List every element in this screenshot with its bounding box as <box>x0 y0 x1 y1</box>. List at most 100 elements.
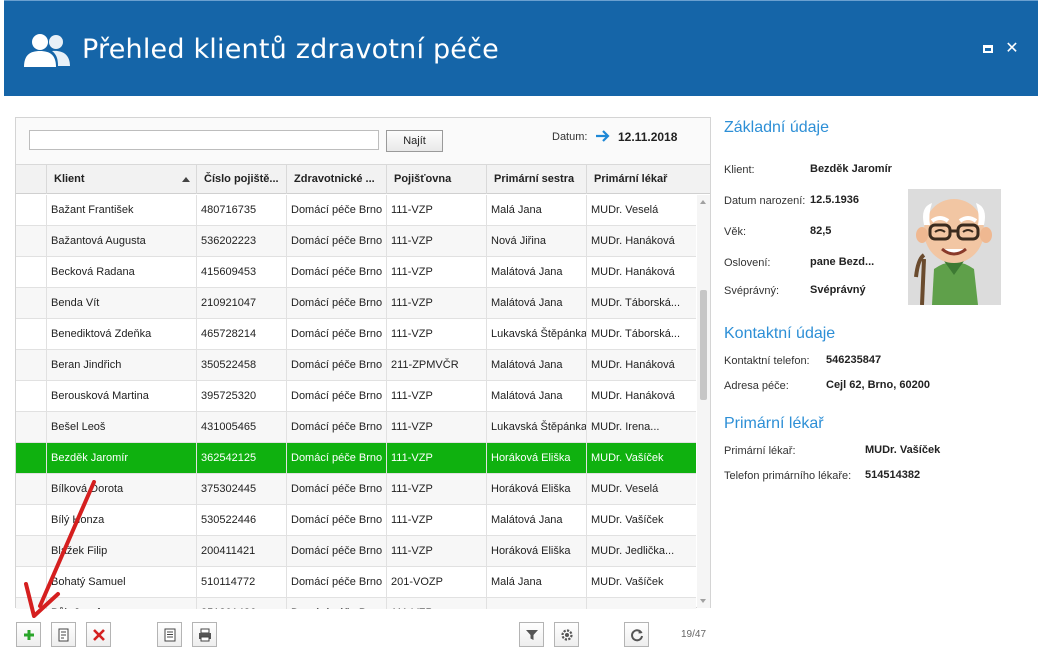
table-cell[interactable]: Domácí péče Brno <box>286 288 386 318</box>
table-cell[interactable]: MUDr. Vašíček <box>586 505 696 535</box>
row-indicator[interactable] <box>16 195 46 225</box>
table-cell[interactable]: 111-VZP <box>386 226 486 256</box>
table-cell[interactable]: 111-VZP <box>386 319 486 349</box>
table-cell[interactable]: 111-VZP <box>386 257 486 287</box>
table-cell[interactable]: Domácí péče Brno <box>286 443 386 473</box>
table-cell[interactable]: 465728214 <box>196 319 286 349</box>
table-cell[interactable]: Horáková Eliška <box>486 474 586 504</box>
table-cell[interactable]: Malátová Jana <box>486 381 586 411</box>
table-cell[interactable]: Bažant František <box>46 195 196 225</box>
table-row[interactable]: Bůh Josef351201436Domácí péče Brno111-VZ… <box>16 598 696 609</box>
row-indicator[interactable] <box>16 226 46 256</box>
edit-button[interactable] <box>51 622 76 647</box>
table-cell[interactable]: 111-VZP <box>386 474 486 504</box>
search-input[interactable] <box>29 130 379 150</box>
report-button[interactable] <box>157 622 182 647</box>
table-cell[interactable]: 362542125 <box>196 443 286 473</box>
table-cell[interactable]: 415609453 <box>196 257 286 287</box>
table-cell[interactable] <box>486 598 586 609</box>
table-cell[interactable]: MUDr. Vašíček <box>586 443 696 473</box>
table-cell[interactable]: Domácí péče Brno <box>286 381 386 411</box>
table-cell[interactable]: MUDr. Veselá <box>586 195 696 225</box>
scroll-thumb[interactable] <box>700 290 707 400</box>
table-cell[interactable]: Lukavská Štěpánka <box>486 412 586 442</box>
table-cell[interactable]: 111-VZP <box>386 195 486 225</box>
column-header-insurer[interactable]: Pojišťovna <box>386 165 486 194</box>
table-cell[interactable]: MUDr. Vašíček <box>586 567 696 597</box>
table-cell[interactable]: MUDr. Hanáková <box>586 226 696 256</box>
column-header-primary-nurse[interactable]: Primární sestra <box>486 165 586 194</box>
table-row[interactable]: Bažantová Augusta 536202223 Domácí péče Br… <box>16 226 696 257</box>
close-button[interactable]: ✕ <box>1004 41 1020 57</box>
table-cell[interactable]: Benediktová Zdeňka <box>46 319 196 349</box>
row-indicator[interactable] <box>16 412 46 442</box>
column-header-primary-doctor[interactable]: Primární lékař <box>586 165 710 194</box>
column-header-facility[interactable]: Zdravotnické ... <box>286 165 386 194</box>
row-indicator[interactable] <box>16 443 46 473</box>
table-cell[interactable]: 431005465 <box>196 412 286 442</box>
table-cell[interactable]: 350522458 <box>196 350 286 380</box>
table-cell[interactable]: MUDr. Jedlička... <box>586 536 696 566</box>
table-cell[interactable]: MUDr. Hanáková <box>586 257 696 287</box>
table-cell[interactable]: MUDr. Táborská... <box>586 288 696 318</box>
table-cell[interactable]: 211-ZPMVČR <box>386 350 486 380</box>
vertical-scrollbar[interactable] <box>697 195 710 608</box>
table-cell[interactable]: 510114772 <box>196 567 286 597</box>
table-row[interactable]: Beran Jindřich 350522458 Domácí péče Brno 2… <box>16 350 696 381</box>
table-cell[interactable]: 201-VOZP <box>386 567 486 597</box>
table-cell[interactable]: Malátová Jana <box>486 288 586 318</box>
arrow-right-icon[interactable] <box>595 126 611 146</box>
table-cell[interactable]: 111-VZP <box>386 443 486 473</box>
table-cell[interactable]: 111-VZP <box>386 381 486 411</box>
table-cell[interactable]: Domácí péče Brno <box>286 226 386 256</box>
table-cell[interactable]: Domácí péče Brno <box>286 567 386 597</box>
scroll-up-icon[interactable] <box>700 200 706 204</box>
table-cell[interactable]: Malátová Jana <box>486 505 586 535</box>
table-cell[interactable]: 375302445 <box>196 474 286 504</box>
table-row[interactable]: Bezděk Jaromír 362542125 Domácí péče Brno 1… <box>16 443 696 474</box>
table-cell[interactable]: 111-VZP <box>386 598 486 609</box>
column-header-client[interactable]: Klient <box>46 165 196 194</box>
table-cell[interactable]: Benda Vít <box>46 288 196 318</box>
table-cell[interactable]: MUDr. Táborská... <box>586 319 696 349</box>
table-cell[interactable]: Malá Jana <box>486 195 586 225</box>
settings-button[interactable] <box>554 622 579 647</box>
table-cell[interactable]: 351201436 <box>196 598 286 609</box>
table-cell[interactable]: MUDr. Hanáková <box>586 350 696 380</box>
table-cell[interactable]: Horáková Eliška <box>486 443 586 473</box>
table-row[interactable]: Berousková Martina 395725320 Domácí péče B… <box>16 381 696 412</box>
table-row[interactable]: Blažek Filip 200411421 Domácí péče Brno 111… <box>16 536 696 567</box>
date-value[interactable]: 12.11.2018 <box>618 130 677 144</box>
table-cell[interactable]: Domácí péče Brno <box>286 412 386 442</box>
table-cell[interactable]: Domácí péče Brno <box>286 257 386 287</box>
table-cell[interactable]: Berousková Martina <box>46 381 196 411</box>
table-cell[interactable]: 530522446 <box>196 505 286 535</box>
row-indicator[interactable] <box>16 288 46 318</box>
table-row[interactable]: Becková Radana 415609453 Domácí péče Brno 1… <box>16 257 696 288</box>
table-cell[interactable]: Domácí péče Brno <box>286 319 386 349</box>
table-cell[interactable]: 200411421 <box>196 536 286 566</box>
filter-button[interactable] <box>519 622 544 647</box>
find-button[interactable]: Najít <box>386 130 443 152</box>
table-row[interactable]: Benediktová Zdeňka 465728214 Domácí péče B… <box>16 319 696 350</box>
table-cell[interactable]: Domácí péče Brno <box>286 598 386 609</box>
table-cell[interactable]: 536202223 <box>196 226 286 256</box>
row-indicator[interactable] <box>16 319 46 349</box>
refresh-button[interactable] <box>624 622 649 647</box>
table-cell[interactable]: MUDr. Veselá <box>586 474 696 504</box>
print-button[interactable] <box>192 622 217 647</box>
table-cell[interactable]: Domácí péče Brno <box>286 350 386 380</box>
table-row[interactable]: Bažant František 480716735 Domácí péče Brn… <box>16 195 696 226</box>
scroll-down-icon[interactable] <box>700 599 706 603</box>
table-cell[interactable] <box>586 598 696 609</box>
maximize-button[interactable] <box>980 41 996 57</box>
table-cell[interactable]: Horáková Eliška <box>486 536 586 566</box>
table-cell[interactable]: Lukavská Štěpánka <box>486 319 586 349</box>
row-indicator[interactable] <box>16 350 46 380</box>
table-row[interactable]: Benda Vít 210921047 Domácí péče Brno 111-VZ… <box>16 288 696 319</box>
row-indicator[interactable] <box>16 257 46 287</box>
table-cell[interactable]: 111-VZP <box>386 505 486 535</box>
table-cell[interactable]: Bezděk Jaromír <box>46 443 196 473</box>
table-cell[interactable]: Malátová Jana <box>486 257 586 287</box>
table-cell[interactable]: Beran Jindřich <box>46 350 196 380</box>
